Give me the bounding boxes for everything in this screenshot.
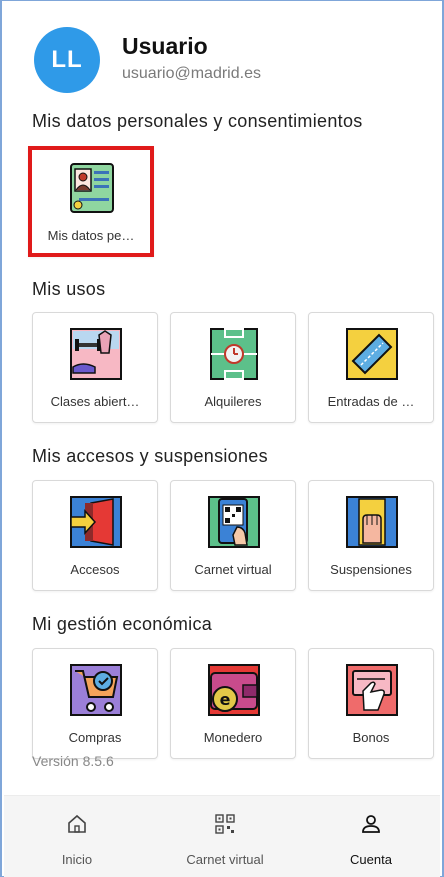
section-title-usos: Mis usos	[32, 279, 106, 299]
tile-suspensiones[interactable]: Suspensiones	[308, 480, 434, 591]
tile-label: Carnet virtual	[194, 562, 272, 577]
tile-carnet-virtual[interactable]: Carnet virtual	[170, 480, 296, 591]
section-title-accesos: Mis accesos y suspensiones	[32, 446, 268, 466]
home-icon	[68, 814, 86, 833]
tile-monedero[interactable]: e Monedero	[170, 648, 296, 759]
tile-compras[interactable]: Compras	[32, 648, 158, 759]
tile-label: Alquileres	[204, 394, 262, 409]
voucher-icon	[346, 664, 398, 716]
user-header: LL Usuario usuario@madrid.es	[32, 25, 412, 93]
nav-item-inicio[interactable]: Inicio	[4, 796, 150, 877]
access-door-icon	[70, 496, 122, 548]
user-email: usuario@madrid.es	[122, 65, 261, 82]
nav-label: Cuenta	[350, 852, 392, 867]
tile-label: Accesos	[70, 562, 120, 577]
wallet-icon: e	[208, 664, 260, 716]
shopping-cart-icon	[70, 664, 122, 716]
ticket-icon	[346, 328, 398, 380]
tile-label: Suspensiones	[330, 562, 412, 577]
nav-item-cuenta[interactable]: Cuenta	[298, 796, 444, 877]
tile-label: Clases abiert…	[50, 394, 140, 409]
suspension-icon	[346, 496, 398, 548]
tile-entradas[interactable]: Entradas de …	[308, 312, 434, 423]
avatar: LL	[34, 27, 100, 93]
section-title-personal: Mis datos personales y consentimientos	[32, 111, 363, 131]
tile-accesos[interactable]: Accesos	[32, 480, 158, 591]
tile-clases-abiertas[interactable]: Clases abiert…	[32, 312, 158, 423]
tile-alquileres[interactable]: Alquileres	[170, 312, 296, 423]
user-name: Usuario	[122, 33, 208, 59]
tile-label: Entradas de …	[327, 394, 415, 409]
nav-label: Inicio	[61, 852, 93, 867]
personal-data-icon	[70, 163, 114, 213]
tile-label: Monedero	[203, 730, 263, 745]
rentals-icon	[210, 328, 258, 380]
app-screen: LL Usuario usuario@madrid.es Mis datos p…	[0, 0, 444, 877]
bottom-nav: Inicio Carnet virtual Cuenta	[4, 795, 440, 877]
virtual-card-icon	[208, 496, 260, 548]
tile-label: Compras	[68, 730, 122, 745]
section-title-economica: Mi gestión económica	[32, 614, 213, 634]
tile-label: Mis datos pe…	[47, 228, 135, 243]
tile-label: Bonos	[352, 730, 390, 745]
svg-text:e: e	[220, 690, 231, 709]
tile-bonos[interactable]: Bonos	[308, 648, 434, 759]
account-icon	[362, 815, 380, 833]
nav-label: Carnet virtual	[186, 852, 264, 867]
classes-icon	[70, 328, 122, 380]
qr-code-icon	[215, 814, 235, 834]
nav-item-carnet-virtual[interactable]: Carnet virtual	[152, 796, 298, 877]
tile-mis-datos-personales[interactable]: Mis datos pe…	[28, 146, 154, 257]
app-version: Versión 8.5.6	[32, 753, 114, 769]
